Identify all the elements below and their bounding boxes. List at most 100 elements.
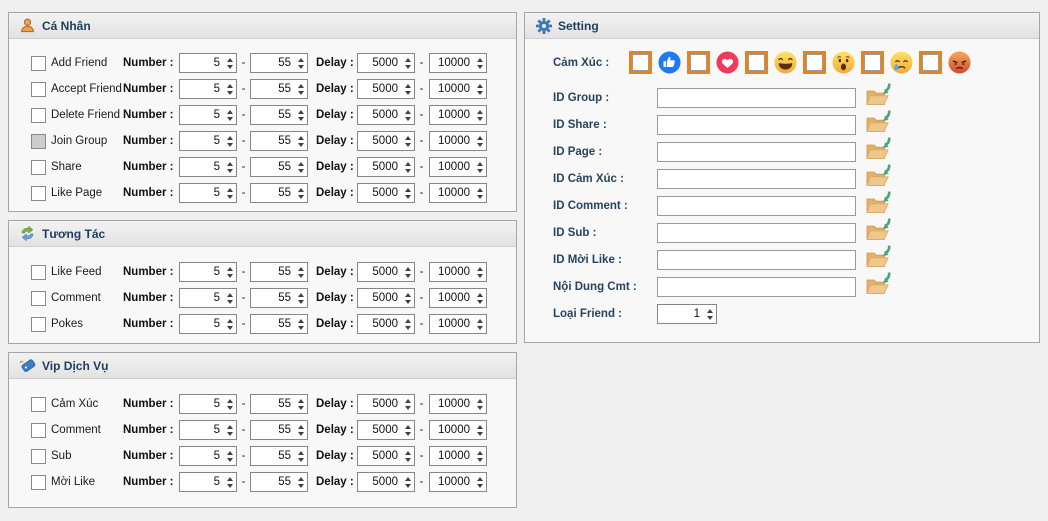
- delay-min-spinner[interactable]: 5000: [357, 79, 415, 99]
- number-max-spinner[interactable]: 55: [250, 79, 308, 99]
- spinner-buttons[interactable]: [223, 289, 236, 307]
- spinner-up-button[interactable]: [476, 292, 483, 297]
- number-min-spinner[interactable]: 5: [179, 157, 237, 177]
- spinner-down-button[interactable]: [226, 299, 233, 304]
- service-checkbox[interactable]: [31, 133, 46, 149]
- spinner-buttons[interactable]: [473, 421, 486, 439]
- spinner-up-button[interactable]: [297, 83, 304, 88]
- service-checkbox[interactable]: [31, 159, 46, 175]
- spinner-buttons[interactable]: [223, 447, 236, 465]
- spinner-up-button[interactable]: [297, 476, 304, 481]
- service-checkbox[interactable]: [31, 422, 46, 438]
- spinner-up-button[interactable]: [226, 135, 233, 140]
- spinner-up-button[interactable]: [226, 318, 233, 323]
- number-min-spinner[interactable]: 5: [179, 262, 237, 282]
- spinner-buttons[interactable]: [401, 80, 414, 98]
- spinner-down-button[interactable]: [404, 299, 411, 304]
- number-min-spinner[interactable]: 5: [179, 314, 237, 334]
- spinner-up-button[interactable]: [226, 57, 233, 62]
- spinner-down-button[interactable]: [404, 142, 411, 147]
- spinner-down-button[interactable]: [297, 405, 304, 410]
- spinner-down-button[interactable]: [297, 431, 304, 436]
- spinner-up-button[interactable]: [404, 109, 411, 114]
- number-max-spinner[interactable]: 55: [250, 288, 308, 308]
- delay-min-spinner[interactable]: 5000: [357, 105, 415, 125]
- delay-max-spinner[interactable]: 10000: [429, 314, 487, 334]
- spinner-buttons[interactable]: [473, 289, 486, 307]
- delay-max-spinner[interactable]: 10000: [429, 157, 487, 177]
- spinner-down-button[interactable]: [297, 90, 304, 95]
- number-max-spinner[interactable]: 55: [250, 314, 308, 334]
- spinner-buttons[interactable]: [473, 473, 486, 491]
- delay-min-spinner[interactable]: 5000: [357, 183, 415, 203]
- service-checkbox[interactable]: [31, 264, 46, 280]
- spinner-down-button[interactable]: [404, 483, 411, 488]
- spinner-buttons[interactable]: [473, 54, 486, 72]
- spinner-buttons[interactable]: [223, 473, 236, 491]
- spinner-up-button[interactable]: [404, 424, 411, 429]
- spinner-buttons[interactable]: [401, 54, 414, 72]
- spinner-up-button[interactable]: [476, 187, 483, 192]
- spinner-down-button[interactable]: [404, 457, 411, 462]
- spinner-down-button[interactable]: [476, 194, 483, 199]
- spinner-up-button[interactable]: [297, 292, 304, 297]
- spinner-buttons[interactable]: [294, 158, 307, 176]
- spinner-down-button[interactable]: [404, 116, 411, 121]
- spinner-down-button[interactable]: [404, 405, 411, 410]
- spinner-down-button[interactable]: [476, 405, 483, 410]
- spinner-buttons[interactable]: [401, 132, 414, 150]
- spinner-buttons[interactable]: [294, 54, 307, 72]
- spinner-down-button[interactable]: [226, 168, 233, 173]
- open-file-button[interactable]: [864, 163, 891, 190]
- delay-min-spinner[interactable]: 5000: [357, 288, 415, 308]
- spinner-down-button[interactable]: [297, 273, 304, 278]
- spinner-up-button[interactable]: [226, 450, 233, 455]
- spinner-buttons[interactable]: [294, 315, 307, 333]
- spinner-down-button[interactable]: [404, 90, 411, 95]
- delay-max-spinner[interactable]: 10000: [429, 394, 487, 414]
- number-max-spinner[interactable]: 55: [250, 183, 308, 203]
- delay-min-spinner[interactable]: 5000: [357, 420, 415, 440]
- spinner-up-button[interactable]: [404, 318, 411, 323]
- spinner-up-button[interactable]: [297, 450, 304, 455]
- spinner-down-button[interactable]: [226, 64, 233, 69]
- delay-min-spinner[interactable]: 5000: [357, 157, 415, 177]
- service-checkbox[interactable]: [31, 55, 46, 71]
- spinner-down-button[interactable]: [297, 325, 304, 330]
- delay-min-spinner[interactable]: 5000: [357, 472, 415, 492]
- number-min-spinner[interactable]: 5: [179, 131, 237, 151]
- number-min-spinner[interactable]: 5: [179, 53, 237, 73]
- spinner-buttons[interactable]: [294, 447, 307, 465]
- spinner-up-button[interactable]: [476, 161, 483, 166]
- spinner-up-button[interactable]: [476, 135, 483, 140]
- spinner-buttons[interactable]: [294, 473, 307, 491]
- id-field-input[interactable]: [657, 142, 856, 162]
- spinner-down-button[interactable]: [226, 273, 233, 278]
- spinner-buttons[interactable]: [473, 395, 486, 413]
- open-file-button[interactable]: [864, 109, 891, 136]
- spinner-buttons[interactable]: [401, 184, 414, 202]
- number-min-spinner[interactable]: 5: [179, 183, 237, 203]
- spinner-down-button[interactable]: [226, 325, 233, 330]
- spinner-down-button[interactable]: [476, 457, 483, 462]
- spinner-up-button[interactable]: [404, 135, 411, 140]
- spinner-buttons[interactable]: [294, 106, 307, 124]
- id-field-input[interactable]: [657, 115, 856, 135]
- spinner-buttons[interactable]: [294, 80, 307, 98]
- delay-max-spinner[interactable]: 10000: [429, 472, 487, 492]
- reaction-like-checkbox[interactable]: [629, 51, 652, 74]
- id-field-input[interactable]: [657, 277, 856, 297]
- spinner-down-button[interactable]: [404, 273, 411, 278]
- service-checkbox[interactable]: [31, 396, 46, 412]
- spinner-up-button[interactable]: [404, 161, 411, 166]
- number-min-spinner[interactable]: 5: [179, 420, 237, 440]
- spinner-up-button[interactable]: [404, 450, 411, 455]
- number-min-spinner[interactable]: 5: [179, 472, 237, 492]
- reaction-wow-checkbox[interactable]: [803, 51, 826, 74]
- spinner-buttons[interactable]: [294, 132, 307, 150]
- delay-min-spinner[interactable]: 5000: [357, 314, 415, 334]
- spinner-buttons[interactable]: [401, 421, 414, 439]
- spinner-buttons[interactable]: [473, 158, 486, 176]
- spinner-down-button[interactable]: [297, 299, 304, 304]
- number-min-spinner[interactable]: 5: [179, 105, 237, 125]
